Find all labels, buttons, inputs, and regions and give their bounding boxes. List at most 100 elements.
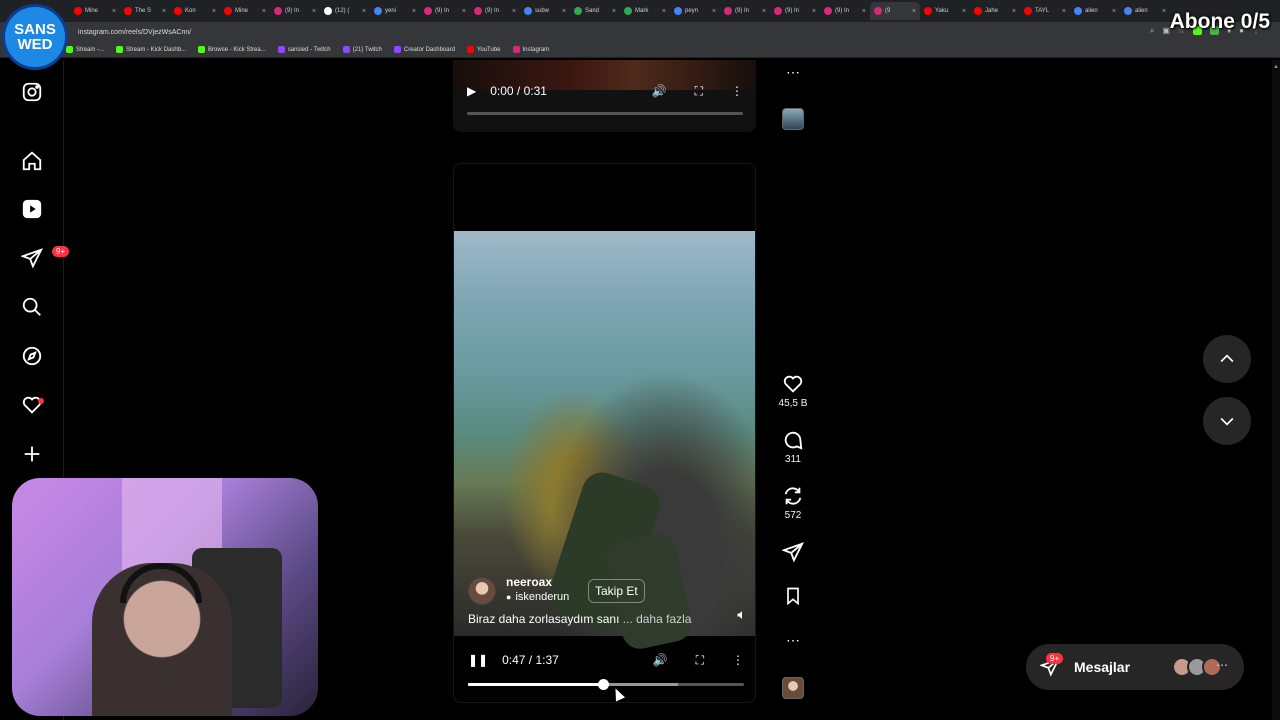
browser-tab[interactable]: (9) In × bbox=[720, 2, 770, 20]
close-tab-icon[interactable]: × bbox=[1162, 8, 1166, 15]
tab-label[interactable]: subw bbox=[535, 8, 549, 14]
explore-icon[interactable] bbox=[20, 344, 44, 368]
close-tab-icon[interactable]: × bbox=[162, 8, 166, 15]
browser-tab[interactable]: yeni × bbox=[370, 2, 420, 20]
more-options-icon[interactable]: ⋮ bbox=[731, 84, 743, 98]
tab-label[interactable]: (9) In bbox=[485, 8, 499, 14]
close-tab-icon[interactable]: × bbox=[112, 8, 116, 15]
browser-tab[interactable]: Sand × bbox=[570, 2, 620, 20]
close-tab-icon[interactable]: × bbox=[712, 8, 716, 15]
author-avatar[interactable] bbox=[468, 577, 496, 605]
browser-tab[interactable]: (9 × bbox=[870, 2, 920, 20]
tab-label[interactable]: Sand bbox=[585, 8, 599, 14]
close-tab-icon[interactable]: × bbox=[512, 8, 516, 15]
browser-tab[interactable]: Mine × bbox=[220, 2, 270, 20]
tab-label[interactable]: Jahe bbox=[985, 8, 998, 14]
close-tab-icon[interactable]: × bbox=[212, 8, 216, 15]
browser-tab[interactable]: (9) In × bbox=[420, 2, 470, 20]
bookmark-item[interactable]: Instagram bbox=[512, 46, 550, 53]
reels-icon[interactable] bbox=[20, 197, 44, 221]
repost-button[interactable]: 572 bbox=[778, 485, 808, 521]
browser-tab[interactable]: (9) In × bbox=[770, 2, 820, 20]
current-reel[interactable]: neeroax ● iskenderun Takip Et Biraz daha… bbox=[453, 163, 756, 703]
tab-label[interactable]: (9) In bbox=[285, 8, 299, 14]
pause-icon[interactable]: ❚❚ bbox=[468, 653, 488, 667]
close-tab-icon[interactable]: × bbox=[812, 8, 816, 15]
bookmark-item[interactable]: Stream -... bbox=[66, 46, 104, 53]
close-tab-icon[interactable]: × bbox=[412, 8, 416, 15]
mute-icon[interactable] bbox=[736, 608, 748, 626]
browser-tab[interactable]: (9) In × bbox=[270, 2, 320, 20]
bookmark-label[interactable]: Stream -... bbox=[76, 47, 104, 53]
heart-notifications-icon[interactable] bbox=[20, 393, 44, 417]
play-icon[interactable]: ▶ bbox=[467, 84, 476, 98]
share-button[interactable] bbox=[778, 541, 808, 563]
browser-tab[interactable]: alien × bbox=[1120, 2, 1170, 20]
tab-label[interactable]: The S bbox=[135, 8, 151, 14]
location-text[interactable]: iskenderun bbox=[515, 591, 569, 603]
bookmark-label[interactable]: Creator Dashboard bbox=[404, 47, 455, 53]
close-tab-icon[interactable]: × bbox=[1062, 8, 1066, 15]
audio-thumb[interactable] bbox=[782, 677, 804, 699]
volume-icon[interactable]: 🔊 bbox=[652, 84, 667, 98]
browser-tab[interactable]: peyn × bbox=[670, 2, 720, 20]
reel-progress[interactable] bbox=[468, 679, 744, 690]
tab-label[interactable]: (9) In bbox=[785, 8, 799, 14]
more-options-icon[interactable]: ⋮ bbox=[732, 653, 744, 667]
messages-label[interactable]: Mesajlar bbox=[1074, 659, 1130, 675]
tab-label[interactable]: (9 bbox=[885, 8, 890, 14]
bookmark-label[interactable]: Instagram bbox=[523, 47, 550, 53]
tab-label[interactable]: (9) In bbox=[735, 8, 749, 14]
bookmark-label[interactable]: Stream - Kick Dashb... bbox=[126, 47, 186, 53]
browser-tab[interactable]: The S × bbox=[120, 2, 170, 20]
search-icon[interactable] bbox=[20, 295, 44, 319]
tab-label[interactable]: (12) ( bbox=[335, 8, 349, 14]
browser-tab[interactable]: subw × bbox=[520, 2, 570, 20]
address-bar[interactable]: instagram.com/reels/DVjezWsACnn/ ⌕ ▣ ☆ ♦… bbox=[0, 22, 1280, 42]
like-button[interactable]: 45,5 B bbox=[778, 373, 808, 409]
tab-label[interactable]: Mine bbox=[235, 8, 248, 14]
bookmark-item[interactable]: Stream - Kick Dashb... bbox=[116, 46, 186, 53]
tab-label[interactable]: Yaku bbox=[935, 8, 948, 14]
messages-icon[interactable]: 9+ bbox=[20, 246, 70, 270]
close-tab-icon[interactable]: × bbox=[612, 8, 616, 15]
url-text[interactable]: instagram.com/reels/DVjezWsACnn/ bbox=[78, 29, 191, 36]
home-icon[interactable] bbox=[20, 149, 44, 173]
close-tab-icon[interactable]: × bbox=[362, 8, 366, 15]
scroll-up-arrow-icon[interactable]: ▲ bbox=[1273, 64, 1279, 70]
close-tab-icon[interactable]: × bbox=[662, 8, 666, 15]
browser-tab[interactable]: TAYL × bbox=[1020, 2, 1070, 20]
close-tab-icon[interactable]: × bbox=[262, 8, 266, 15]
tab-label[interactable]: Mine bbox=[85, 8, 98, 14]
previous-audio-thumb[interactable] bbox=[782, 108, 804, 130]
tab-label[interactable]: yeni bbox=[385, 8, 396, 14]
close-tab-icon[interactable]: × bbox=[1112, 8, 1116, 15]
follow-button[interactable]: Takip Et bbox=[588, 579, 645, 603]
reel-video[interactable] bbox=[454, 231, 755, 653]
comment-button[interactable]: 311 bbox=[778, 429, 808, 465]
tab-label[interactable]: alien bbox=[1085, 8, 1098, 14]
browser-tab[interactable]: (9) In × bbox=[470, 2, 520, 20]
tab-label[interactable]: TAYL bbox=[1035, 8, 1049, 14]
close-tab-icon[interactable]: × bbox=[1012, 8, 1016, 15]
close-tab-icon[interactable]: × bbox=[462, 8, 466, 15]
bookmark-label[interactable]: Browse - Kick Strea... bbox=[208, 47, 266, 53]
bookmark-label[interactable]: YouTube bbox=[477, 47, 501, 53]
close-tab-icon[interactable]: × bbox=[962, 8, 966, 15]
page-scrollbar[interactable]: ▲ bbox=[1272, 60, 1280, 720]
more-options-button[interactable]: ⋯ bbox=[778, 632, 808, 649]
tab-label[interactable]: (9) In bbox=[435, 8, 449, 14]
browser-tab[interactable]: Jahe × bbox=[970, 2, 1020, 20]
bookmark-label[interactable]: sansied - Twitch bbox=[288, 47, 331, 53]
previous-reel-button[interactable] bbox=[1203, 335, 1251, 383]
close-tab-icon[interactable]: × bbox=[562, 8, 566, 15]
close-tab-icon[interactable]: × bbox=[762, 8, 766, 15]
bookmark-item[interactable]: sansied - Twitch bbox=[277, 46, 331, 53]
tab-label[interactable]: Mark bbox=[635, 8, 648, 14]
fullscreen-icon[interactable]: ⛶ bbox=[696, 653, 704, 668]
instagram-logo-icon[interactable] bbox=[20, 80, 44, 104]
bookmark-item[interactable]: (21) Twitch bbox=[342, 46, 382, 53]
tab-label[interactable]: Kon bbox=[185, 8, 196, 14]
messages-pill[interactable]: Mesajlar ⋯ bbox=[1026, 644, 1244, 690]
previous-reel[interactable]: ▶ 0:00 / 0:31 🔊 ⛶ ⋮ bbox=[453, 60, 756, 132]
